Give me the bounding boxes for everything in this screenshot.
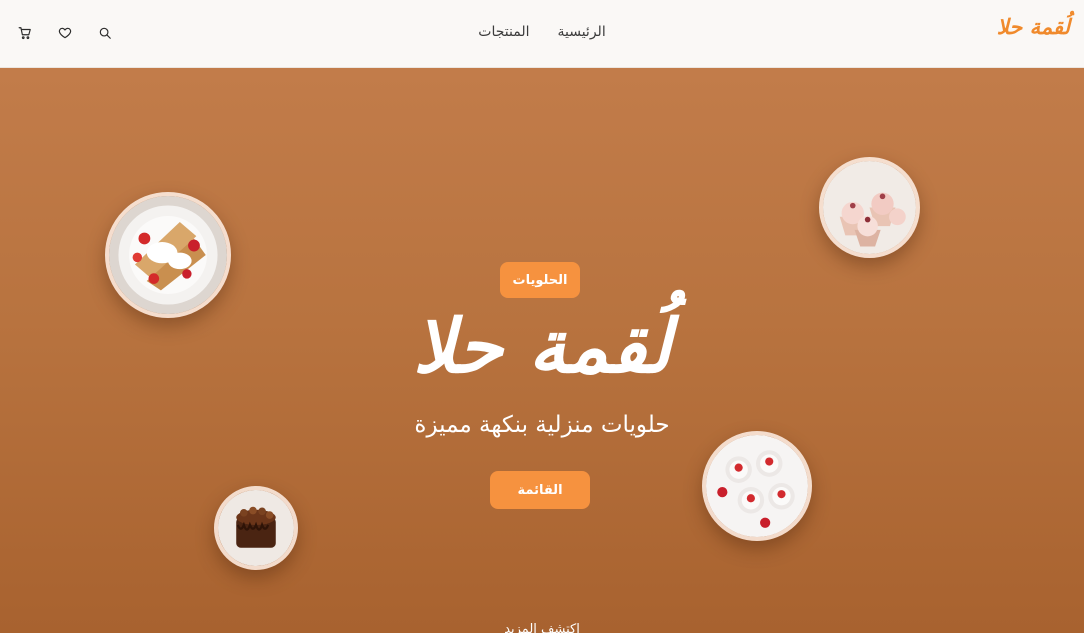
heart-icon[interactable] [56, 24, 74, 42]
menu-button[interactable]: القائمة [490, 471, 590, 509]
header-actions [16, 24, 114, 42]
strawberry-cups-image [702, 431, 812, 541]
hero-title: لُقمة حلا [412, 304, 672, 390]
hero-section: الحلويات لُقمة حلا حلويات منزلية بنكهة م… [0, 68, 1084, 633]
chocolate-cake-image [214, 486, 298, 570]
main-nav: الرئيسية المنتجات [0, 24, 1084, 40]
search-icon[interactable] [96, 24, 114, 42]
discover-more-link[interactable]: اكتشف المزيد [0, 622, 1084, 633]
site-header: لُقمة حلا الرئيسية المنتجات [0, 0, 1084, 68]
cupcakes-image [819, 157, 920, 258]
cart-icon[interactable] [16, 24, 34, 42]
nav-link-home[interactable]: الرئيسية [557, 24, 605, 40]
hero-subtitle: حلويات منزلية بنكهة مميزة [414, 412, 670, 438]
nav-link-products[interactable]: المنتجات [478, 24, 529, 40]
